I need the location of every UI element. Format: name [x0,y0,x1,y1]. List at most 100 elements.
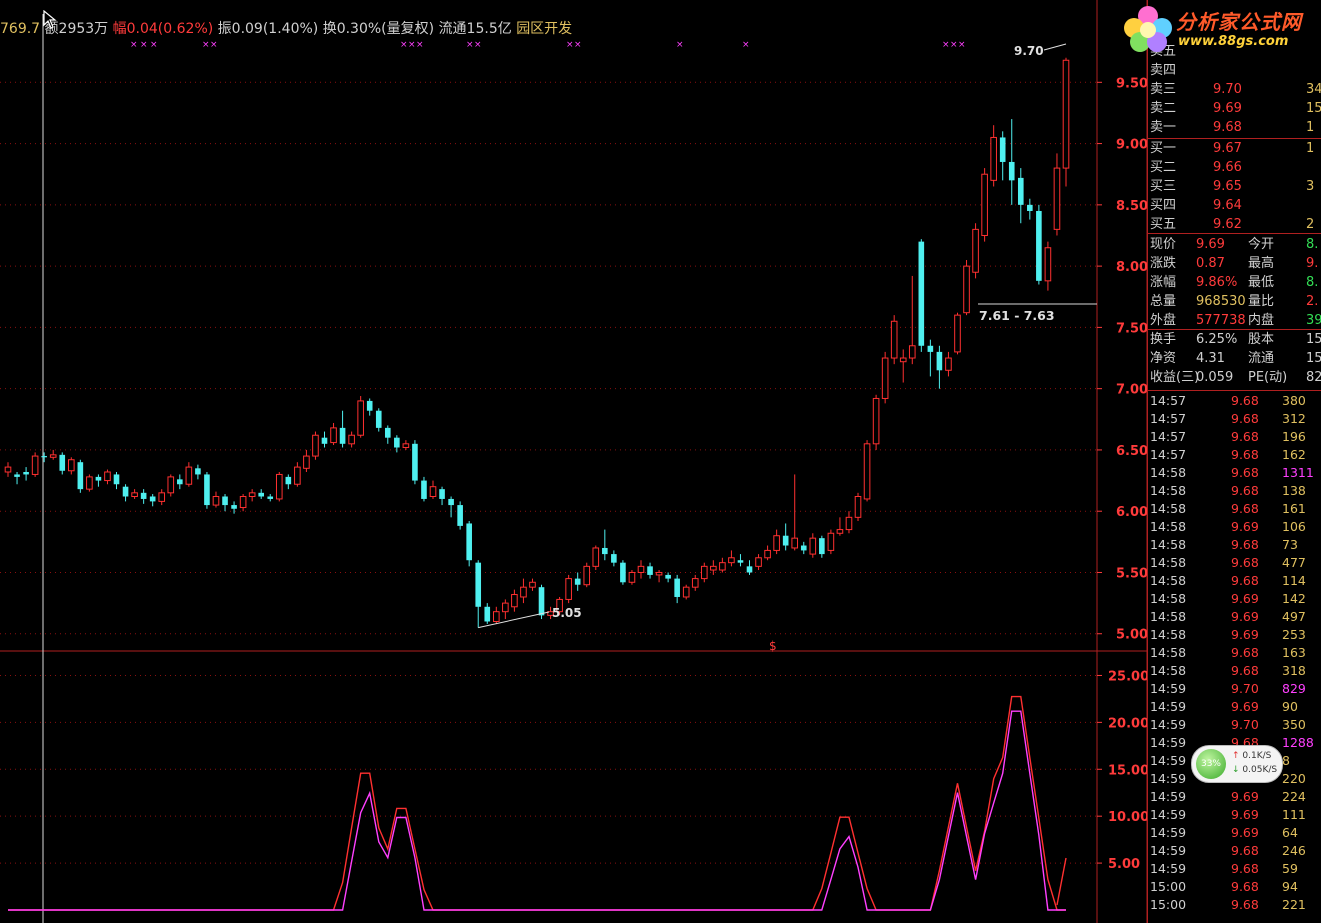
candle [800,541,807,555]
candle [691,574,699,591]
ask-row: 卖一 9.68 1 [1148,118,1321,137]
kline-chart-area[interactable]: 9.50 9.00 8.50 8.00 7.50 7.00 6.50 6.00 5.50 5.00… [0,0,1321,923]
tick-price: 9.69 [1231,807,1259,822]
candle-body [285,476,292,485]
candle-body [1062,59,1070,169]
candle [918,239,925,352]
candle-body [592,547,600,567]
bid-row: 买二 9.66 [1148,158,1321,177]
stat-value-2: 9. [1306,256,1319,271]
ask-label: 卖四 [1150,63,1177,78]
tick-price: 9.68 [1231,879,1259,894]
candle [845,511,853,534]
candle-body [611,554,617,563]
indicator-tick-label: 10.00 [1108,810,1149,825]
tick-price: 9.69 [1231,591,1259,606]
candle-body [963,265,970,314]
candle-body [49,454,57,458]
tick-volume: 318 [1282,663,1306,678]
tick-time: 14:59 [1150,807,1187,822]
bid-volume: 2 [1306,217,1315,232]
tick-time: 14:57 [1150,393,1187,408]
tick-row: 15:00 9.68 221 [1148,896,1321,914]
stat-row: 净资 4.31 流通 15.5 [1148,349,1321,368]
candle-body [918,241,925,346]
candle [565,574,572,604]
bid-row: 买五 9.62 2 [1148,215,1321,234]
tick-price: 9.68 [1231,897,1259,912]
tick-row: 14:58 9.68 163 [1148,644,1321,662]
candle-body [86,476,93,490]
candle-body [167,476,175,494]
tick-price: 9.68 [1231,555,1259,570]
tick-volume: 477 [1282,555,1306,570]
signal-marker: × [566,40,574,50]
candle-body [303,455,310,469]
stat-row: 收益(三) 0.059 PE(动) 82 [1148,368,1321,387]
candle-body [647,566,653,575]
stat-value-2: 15.5 [1306,351,1321,366]
tick-price: 9.69 [1231,825,1259,840]
candle-body [421,480,427,499]
tick-time: 14:58 [1150,663,1187,678]
candle-body [972,228,979,273]
high-price-label: 9.70 [1014,44,1044,58]
bid-price: 9.64 [1213,198,1242,213]
signal-marker: × [742,40,750,50]
candle-body [511,594,518,608]
tick-volume: 59 [1282,861,1298,876]
candle-body [312,434,319,457]
candle-body [899,357,907,363]
stat-label-2: 股本 [1248,332,1275,347]
candle-body [682,586,690,598]
candle-body [158,492,166,502]
tick-row: 14:59 9.69 64 [1148,824,1321,842]
candle-body [620,562,626,583]
tick-row: 14:58 9.68 138 [1148,482,1321,500]
candle [827,529,835,555]
candle-body [248,492,256,497]
candle [819,535,825,558]
candle [773,529,780,555]
candle [457,501,463,530]
candle [59,452,66,475]
info-turnover: 换0.30%(量复权) [322,21,435,37]
candle-body [140,492,147,499]
candle-body [122,486,129,497]
indicator-tick-label: 20.00 [1108,716,1149,731]
candle-body [402,443,410,448]
price-tick-label: 6.50 [1116,444,1148,459]
candle-body [700,565,708,580]
candle-body [348,434,355,445]
candle [1062,57,1070,187]
network-speed-widget[interactable]: 33% ↑ 0.1K/S ↓ 0.05K/S [1191,745,1283,783]
tick-row: 14:58 9.69 142 [1148,590,1321,608]
high-price-pointer [1043,43,1067,51]
tick-volume: 196 [1282,429,1306,444]
tick-price: 9.69 [1231,519,1259,534]
tick-volume: 380 [1282,393,1306,408]
candle [357,396,364,438]
stat-value: 9.86% [1196,275,1238,290]
tick-time: 15:00 [1150,897,1187,912]
candle-body [819,538,825,555]
tick-price: 9.69 [1231,699,1259,714]
bid-label: 买三 [1150,179,1177,194]
candle [908,275,916,365]
tick-volume: 161 [1282,501,1306,516]
stat-row: 涨幅 9.86% 最低 8. [1148,273,1321,292]
tick-time: 14:59 [1150,753,1187,768]
tick-time: 14:58 [1150,627,1187,642]
candle [95,474,102,487]
info-price: 769.7 [0,21,41,37]
tick-row: 14:58 9.68 477 [1148,554,1321,572]
tick-volume: 162 [1282,447,1306,462]
candle [999,131,1006,181]
signal-marker: × [416,40,424,50]
info-sector[interactable]: 园区开发 [516,21,572,37]
speed-percent-badge: 33% [1196,749,1226,779]
price-tick-label: 8.00 [1116,260,1148,275]
candle-body [1017,177,1024,205]
candle-body [890,320,898,359]
indicator-grid [0,674,1097,864]
